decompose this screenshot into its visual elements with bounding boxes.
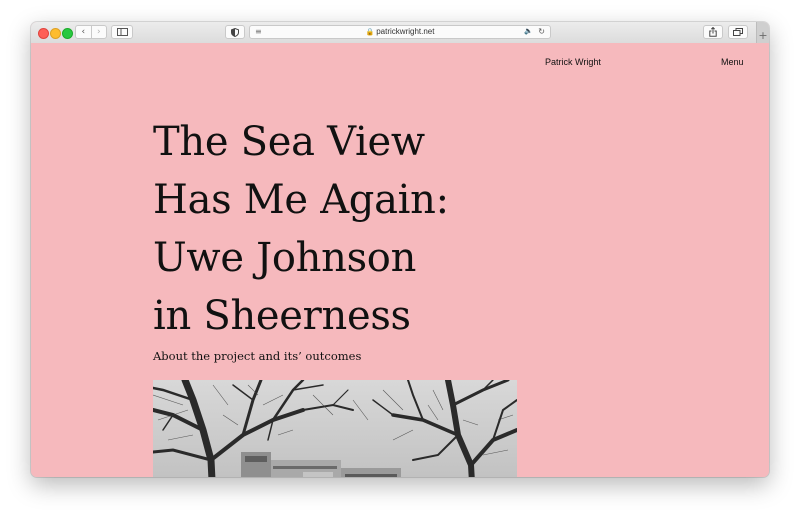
- address-bar[interactable]: ≡ 🔒 patrickwright.net 🔈 ↻: [249, 25, 551, 39]
- menu-button[interactable]: Menu: [721, 57, 744, 67]
- share-icon: [709, 27, 717, 37]
- forward-button[interactable]: ›: [92, 26, 107, 38]
- privacy-report-button[interactable]: [225, 25, 245, 39]
- page-subtitle: About the project and its’ outcomes: [153, 349, 362, 363]
- page-title: The Sea View Has Me Again: Uwe Johnson i…: [153, 113, 493, 345]
- url-display: 🔒 patrickwright.net: [250, 27, 550, 36]
- hero-photo: [153, 380, 517, 477]
- title-line: in Sheerness: [153, 293, 411, 339]
- speaker-mute-icon[interactable]: 🔈: [524, 27, 533, 35]
- reload-icon[interactable]: ↻: [538, 27, 545, 36]
- tabs-icon: [733, 28, 743, 36]
- title-line: Uwe Johnson: [153, 235, 417, 281]
- back-button[interactable]: ‹: [76, 26, 92, 38]
- title-line: The Sea View: [153, 119, 425, 165]
- close-window-button[interactable]: [38, 28, 49, 39]
- site-name-link[interactable]: Patrick Wright: [545, 57, 601, 67]
- zoom-window-button[interactable]: [62, 28, 73, 39]
- minimize-window-button[interactable]: [50, 28, 61, 39]
- sidebar-icon: [116, 28, 128, 36]
- browser-window: ‹ › ≡ 🔒 patrickwright.net 🔈 ↻ + Patrick …: [31, 22, 769, 477]
- share-button[interactable]: [703, 25, 723, 39]
- lock-icon: 🔒: [365, 28, 375, 36]
- tab-overview-button[interactable]: [728, 25, 748, 39]
- back-forward-buttons: ‹ ›: [75, 25, 107, 39]
- web-page: Patrick Wright Menu The Sea View Has Me …: [31, 43, 769, 477]
- shield-icon: [231, 27, 239, 37]
- sidebar-button[interactable]: [111, 25, 133, 39]
- photo-trees-and-building: [153, 380, 517, 477]
- browser-toolbar: ‹ › ≡ 🔒 patrickwright.net 🔈 ↻ +: [31, 22, 769, 44]
- url-text: patrickwright.net: [376, 27, 435, 36]
- new-tab-button[interactable]: +: [756, 22, 769, 43]
- title-line: Has Me Again:: [153, 177, 449, 223]
